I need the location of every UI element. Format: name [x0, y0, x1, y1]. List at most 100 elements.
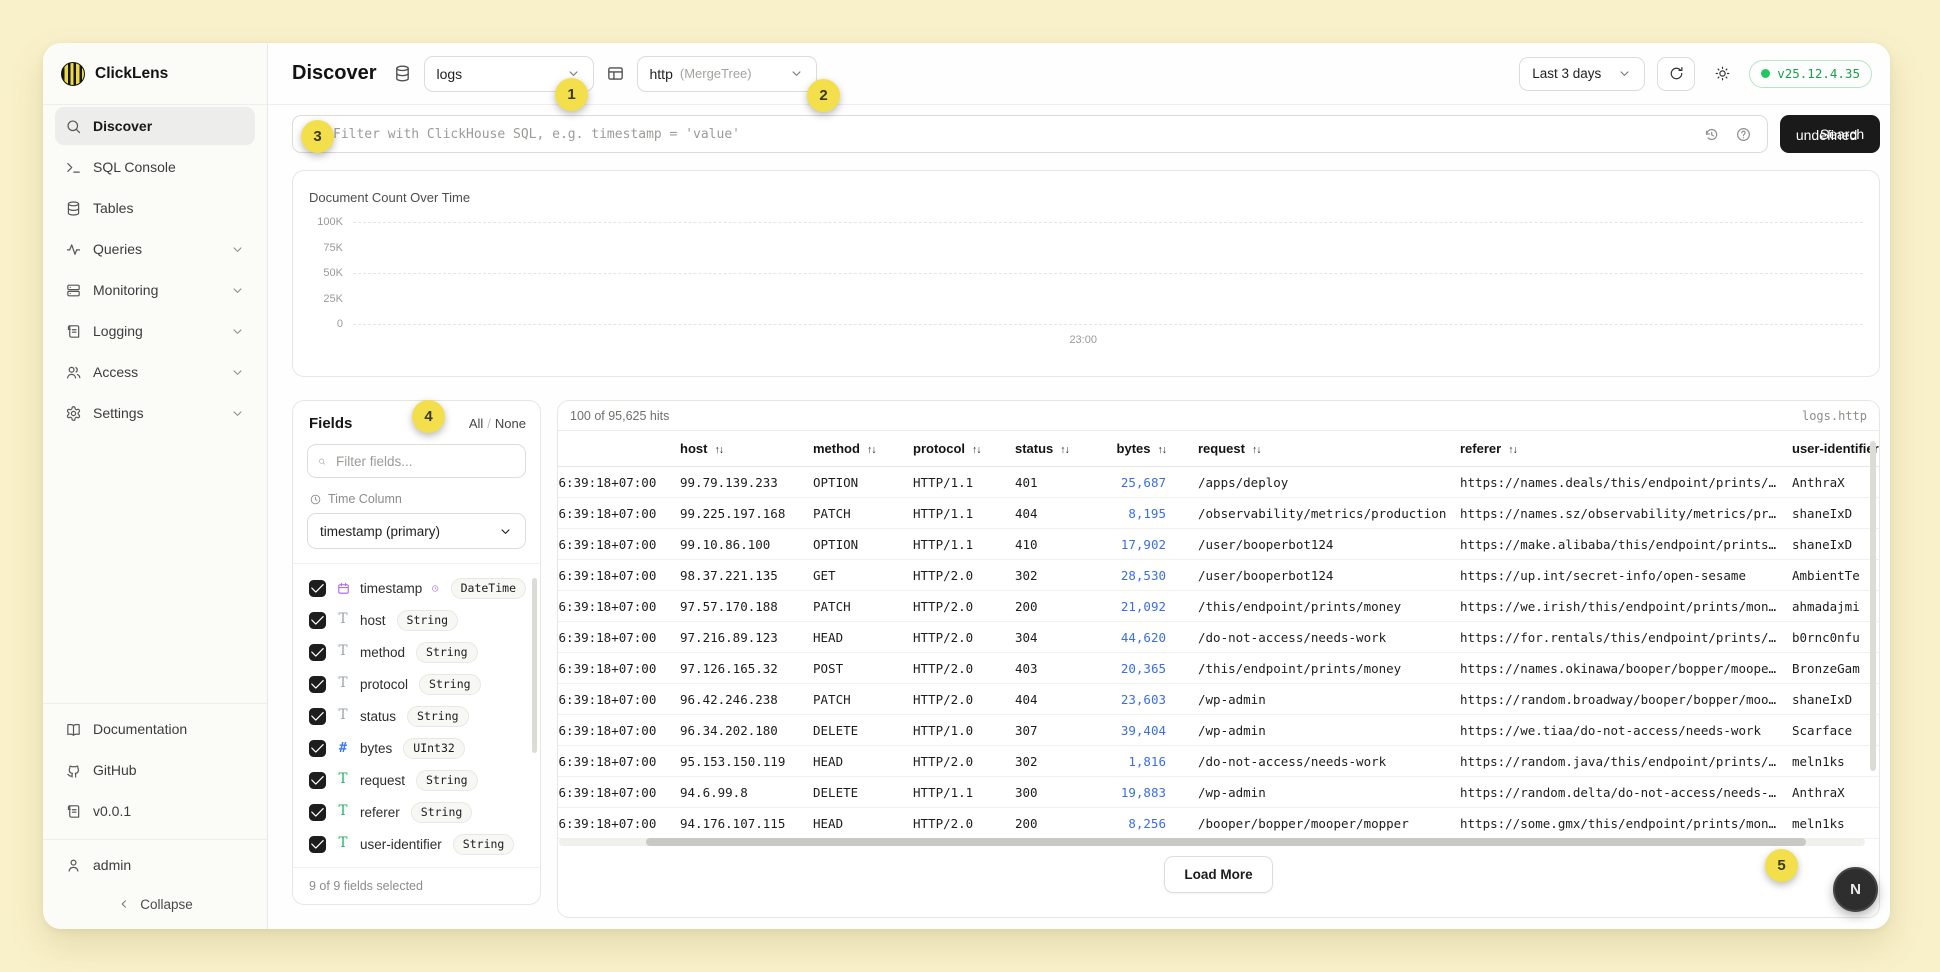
- timestamp-value: 06:39:18+07:00: [558, 754, 656, 769]
- field-referer[interactable]: TrefererString: [303, 796, 532, 828]
- cell-method: OPTION: [813, 537, 913, 552]
- annotation-badge-3: 3: [301, 120, 334, 153]
- cell-request: /booper/bopper/mooper/mopper: [1198, 816, 1460, 831]
- cell-request: /observability/metrics/production: [1198, 506, 1460, 521]
- field-type-badge: String: [411, 802, 473, 823]
- refresh-button[interactable]: [1657, 57, 1695, 91]
- table-row[interactable]: 06:39:18+07:0098.37.221.135GETHTTP/2.030…: [558, 560, 1879, 591]
- sidebar-item-v0-0-1[interactable]: v0.0.1: [55, 792, 255, 830]
- clicklens-logo-icon: [61, 62, 85, 86]
- checkbox-checked-icon[interactable]: [309, 580, 326, 597]
- cell-timestamp: 06:39:18+07:00: [558, 661, 680, 676]
- checkbox-checked-icon[interactable]: [309, 612, 326, 629]
- table-row[interactable]: 06:39:18+07:0096.34.202.180DELETEHTTP/1.…: [558, 715, 1879, 746]
- timestamp-value: 06:39:18+07:00: [558, 816, 656, 831]
- column-header-protocol[interactable]: protocol↑↓: [913, 441, 1015, 456]
- cell-bytes: 25,687: [1085, 475, 1166, 490]
- cell-bytes: 21,092: [1085, 599, 1166, 614]
- sidebar-item-monitoring[interactable]: Monitoring: [55, 271, 255, 309]
- table-row[interactable]: 06:39:18+07:0095.153.150.119HEADHTTP/2.0…: [558, 746, 1879, 777]
- cell-request: /this/endpoint/prints/money: [1198, 661, 1460, 676]
- magnifier-icon: undefined: [1796, 127, 1811, 142]
- field-filter-input[interactable]: [334, 453, 515, 470]
- sort-icon[interactable]: ↑↓: [972, 444, 981, 456]
- sort-icon[interactable]: ↑↓: [867, 444, 876, 456]
- cell-status: 410: [1015, 537, 1085, 552]
- horizontal-scrollbar[interactable]: [646, 838, 1806, 846]
- bytes-value: 44,620: [1121, 630, 1166, 645]
- column-header-host[interactable]: host↑↓: [680, 441, 813, 456]
- column-header-user-identifier[interactable]: user-identifier: [1792, 441, 1880, 456]
- table-row[interactable]: 06:39:18+07:0097.216.89.123HEADHTTP/2.03…: [558, 622, 1879, 653]
- sidebar-item-queries[interactable]: Queries: [55, 230, 255, 268]
- checkbox-checked-icon[interactable]: [309, 676, 326, 693]
- column-header-timestamp[interactable]: ↑↓: [558, 441, 680, 456]
- cell-timestamp: 06:39:18+07:00: [558, 568, 680, 583]
- table-row[interactable]: 06:39:18+07:0099.225.197.168PATCHHTTP/1.…: [558, 498, 1879, 529]
- sidebar-item-discover[interactable]: Discover: [55, 107, 255, 145]
- field-user-identifier[interactable]: Tuser-identifierString: [303, 828, 532, 860]
- theme-toggle-button[interactable]: [1707, 57, 1737, 91]
- load-more-button[interactable]: Load More: [1164, 856, 1272, 893]
- sidebar-item-admin[interactable]: admin: [55, 846, 255, 884]
- timestamp-value: 06:39:18+07:00: [558, 723, 656, 738]
- field-status[interactable]: TstatusString: [303, 700, 532, 732]
- sort-icon[interactable]: ↑↓: [714, 444, 723, 456]
- sidebar-item-settings[interactable]: Settings: [55, 394, 255, 432]
- table-row[interactable]: 06:39:18+07:0094.176.107.115HEADHTTP/2.0…: [558, 808, 1879, 839]
- fields-scrollbar[interactable]: [532, 578, 537, 753]
- column-header-status[interactable]: status↑↓: [1015, 441, 1085, 456]
- sidebar-item-github[interactable]: GitHub: [55, 751, 255, 789]
- sort-icon[interactable]: ↑↓: [1508, 444, 1517, 456]
- search-button[interactable]: undefined Search: [1780, 115, 1880, 153]
- table-row[interactable]: 06:39:18+07:0097.126.165.32POSTHTTP/2.04…: [558, 653, 1879, 684]
- checkbox-checked-icon[interactable]: [309, 708, 326, 725]
- sidebar-item-tables[interactable]: Tables: [55, 189, 255, 227]
- help-icon[interactable]: [1735, 126, 1752, 143]
- checkbox-checked-icon[interactable]: [309, 740, 326, 757]
- table-row[interactable]: 06:39:18+07:0099.79.139.233OPTIONHTTP/1.…: [558, 467, 1879, 498]
- select-none-link[interactable]: None: [495, 416, 526, 431]
- sidebar-item-sql-console[interactable]: SQL Console: [55, 148, 255, 186]
- cell-bytes: 8,256: [1085, 816, 1166, 831]
- checkbox-checked-icon[interactable]: [309, 836, 326, 853]
- time-range-select[interactable]: Last 3 days: [1519, 57, 1645, 91]
- column-header-referer[interactable]: referer↑↓: [1460, 441, 1792, 456]
- checkbox-checked-icon[interactable]: [309, 804, 326, 821]
- sort-icon[interactable]: ↑↓: [1060, 444, 1069, 456]
- table-select[interactable]: http (MergeTree): [637, 56, 817, 92]
- sidebar-item-documentation[interactable]: Documentation: [55, 710, 255, 748]
- cell-protocol: HTTP/1.1: [913, 785, 1015, 800]
- collapse-button[interactable]: Collapse: [55, 887, 255, 921]
- cell-bytes: 17,902: [1085, 537, 1166, 552]
- select-all-link[interactable]: All: [469, 416, 483, 431]
- sort-icon[interactable]: ↑↓: [1252, 444, 1261, 456]
- field-host[interactable]: ThostString: [303, 604, 532, 636]
- dev-overlay-button[interactable]: N: [1833, 867, 1878, 912]
- cell-status: 403: [1015, 661, 1085, 676]
- timestamp-value: 06:39:18+07:00: [558, 661, 656, 676]
- field-bytes[interactable]: #bytesUInt32: [303, 732, 532, 764]
- table-row[interactable]: 06:39:18+07:0097.57.170.188PATCHHTTP/2.0…: [558, 591, 1879, 622]
- column-label: method: [813, 441, 860, 456]
- column-header-request[interactable]: request↑↓: [1198, 441, 1460, 456]
- vertical-scrollbar[interactable]: [1870, 441, 1876, 771]
- github-icon: [65, 762, 82, 779]
- field-timestamp[interactable]: timestampDateTime: [303, 572, 532, 604]
- column-header-bytes[interactable]: bytes↑↓: [1085, 441, 1166, 456]
- checkbox-checked-icon[interactable]: [309, 772, 326, 789]
- field-protocol[interactable]: TprotocolString: [303, 668, 532, 700]
- time-column-select[interactable]: timestamp (primary): [307, 513, 526, 549]
- table-row[interactable]: 06:39:18+07:0096.42.246.238PATCHHTTP/2.0…: [558, 684, 1879, 715]
- sql-filter-input[interactable]: [331, 126, 1694, 143]
- sort-icon[interactable]: ↑↓: [1158, 444, 1167, 456]
- table-row[interactable]: 06:39:18+07:0094.6.99.8DELETEHTTP/1.1300…: [558, 777, 1879, 808]
- table-row[interactable]: 06:39:18+07:0099.10.86.100OPTIONHTTP/1.1…: [558, 529, 1879, 560]
- field-request[interactable]: TrequestString: [303, 764, 532, 796]
- field-method[interactable]: TmethodString: [303, 636, 532, 668]
- checkbox-checked-icon[interactable]: [309, 644, 326, 661]
- history-icon[interactable]: [1703, 126, 1720, 143]
- column-header-method[interactable]: method ↑↓: [813, 441, 913, 456]
- sidebar-item-logging[interactable]: Logging: [55, 312, 255, 350]
- sidebar-item-access[interactable]: Access: [55, 353, 255, 391]
